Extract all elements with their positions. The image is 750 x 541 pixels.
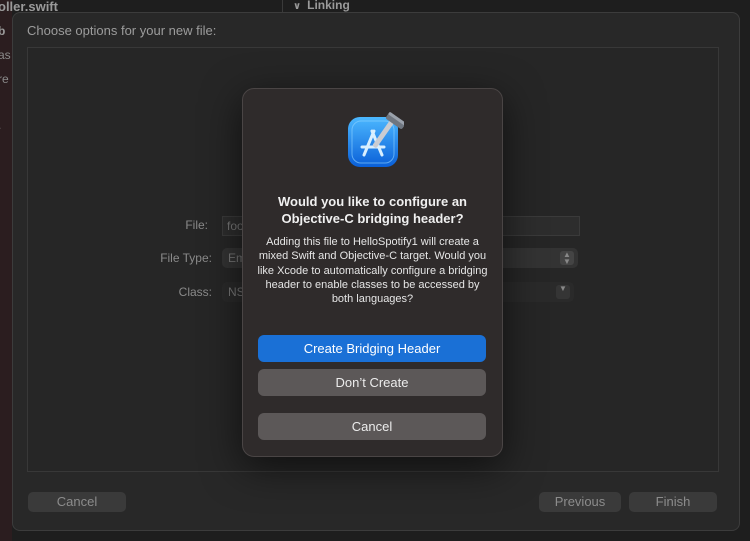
background-fragment: . [0, 118, 1, 132]
previous-button[interactable]: Previous [539, 492, 621, 512]
dont-create-button[interactable]: Don’t Create [258, 369, 486, 396]
section-header-label: Linking [307, 0, 350, 12]
background-fragment: re [0, 72, 9, 86]
finish-button[interactable]: Finish [629, 492, 717, 512]
create-bridging-header-button[interactable]: Create Bridging Header [258, 335, 486, 362]
chevron-down-icon: ▼ [556, 285, 570, 299]
background-fragment: b [0, 24, 6, 38]
chevron-down-icon: ∨ [293, 1, 302, 12]
file-type-label: File Type: [160, 251, 212, 265]
alert-title: Would you like to configure an Objective… [278, 194, 467, 226]
background-fragment: as [0, 48, 11, 62]
xcode-icon [346, 111, 406, 169]
up-down-chevron-icon: ▲ ▼ [560, 251, 574, 266]
background-section-header: ∨ Linking [293, 0, 350, 12]
cancel-button[interactable]: Cancel [28, 492, 126, 512]
bridging-header-alert: Would you like to configure an Objective… [242, 88, 503, 457]
sheet-title: Choose options for your new file: [27, 23, 217, 38]
alert-cancel-button[interactable]: Cancel [258, 413, 486, 440]
file-label: File: [185, 218, 208, 232]
background-divider [282, 0, 283, 12]
class-label: Class: [178, 285, 212, 299]
alert-message: Adding this file to HelloSpotify1 will c… [257, 236, 488, 306]
